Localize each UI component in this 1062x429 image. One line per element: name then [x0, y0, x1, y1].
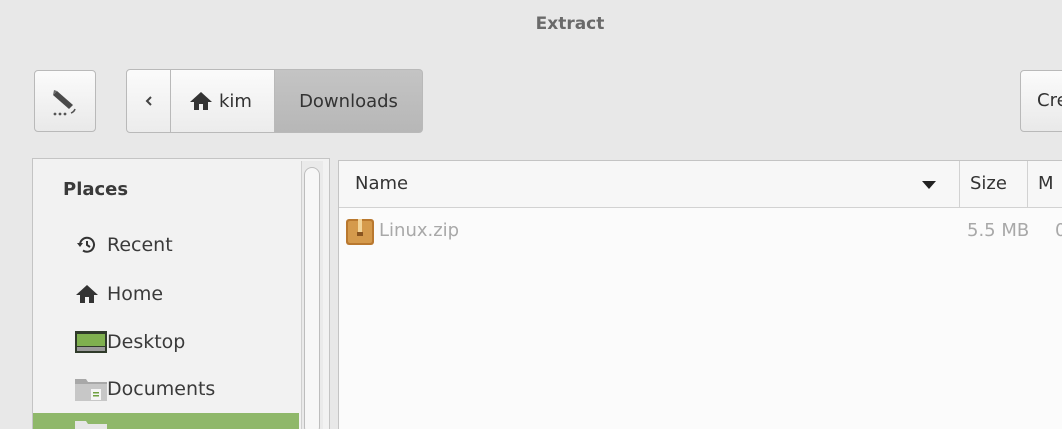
- type-location-button[interactable]: [34, 70, 96, 132]
- sidebar-item-label: Home: [107, 283, 164, 305]
- column-modified-header[interactable]: M: [1027, 161, 1062, 207]
- sidebar-item-desktop[interactable]: Desktop: [75, 328, 185, 356]
- path-segment-downloads-label: Downloads: [299, 90, 398, 112]
- column-name-header[interactable]: Name: [355, 161, 955, 207]
- column-modified-label: M: [1038, 173, 1054, 194]
- sidebar-item-recent[interactable]: Recent: [75, 231, 173, 259]
- sidebar-item-home[interactable]: Home: [75, 280, 163, 308]
- home-icon: [190, 92, 212, 110]
- sidebar-item-label: Recent: [107, 234, 173, 256]
- sidebar-item-documents[interactable]: Documents: [75, 375, 215, 403]
- path-segment-home[interactable]: kim: [171, 69, 275, 133]
- column-name-label: Name: [355, 173, 409, 194]
- sidebar-item-selected[interactable]: [33, 413, 299, 429]
- file-list-header: Name Size M: [339, 161, 1062, 208]
- chevron-left-icon: [145, 96, 152, 106]
- file-list: Name Size M Linux.zip 5.5 MB 0: [338, 160, 1062, 429]
- sidebar-item-label: Documents: [107, 378, 216, 400]
- column-size-label: Size: [970, 173, 1007, 194]
- sidebar-item-label: Desktop: [107, 331, 186, 353]
- file-size: 5.5 MB: [967, 220, 1030, 241]
- path-back-button[interactable]: [126, 69, 171, 133]
- column-size-header[interactable]: Size: [959, 161, 1027, 207]
- home-icon: [75, 284, 107, 304]
- recent-icon: [75, 234, 107, 256]
- file-name: Linux.zip: [379, 220, 460, 241]
- sidebar-scrollbar[interactable]: [301, 161, 323, 429]
- extract-dialog: Extract kim Downloads Cre P: [0, 0, 1062, 429]
- downloads-icon: [75, 419, 107, 429]
- desktop-icon: [75, 330, 107, 354]
- create-folder-button[interactable]: Cre: [1020, 70, 1062, 132]
- sort-descending-icon: [922, 181, 936, 189]
- documents-icon: [75, 377, 107, 401]
- sidebar-scroll-thumb[interactable]: [304, 167, 320, 429]
- archive-icon: [345, 217, 375, 251]
- create-folder-label: Cre: [1037, 90, 1062, 111]
- file-row[interactable]: Linux.zip 5.5 MB 0: [339, 211, 1062, 251]
- path-bar: kim Downloads: [126, 69, 423, 133]
- file-modified: 0: [1055, 220, 1062, 241]
- pencil-icon: [53, 90, 76, 116]
- places-sidebar: Places Recent Home Desktop Documents: [32, 158, 330, 429]
- window-title: Extract: [535, 14, 605, 34]
- places-heading: Places: [63, 179, 129, 200]
- path-segment-home-label: kim: [219, 90, 252, 112]
- path-segment-downloads[interactable]: Downloads: [275, 69, 423, 133]
